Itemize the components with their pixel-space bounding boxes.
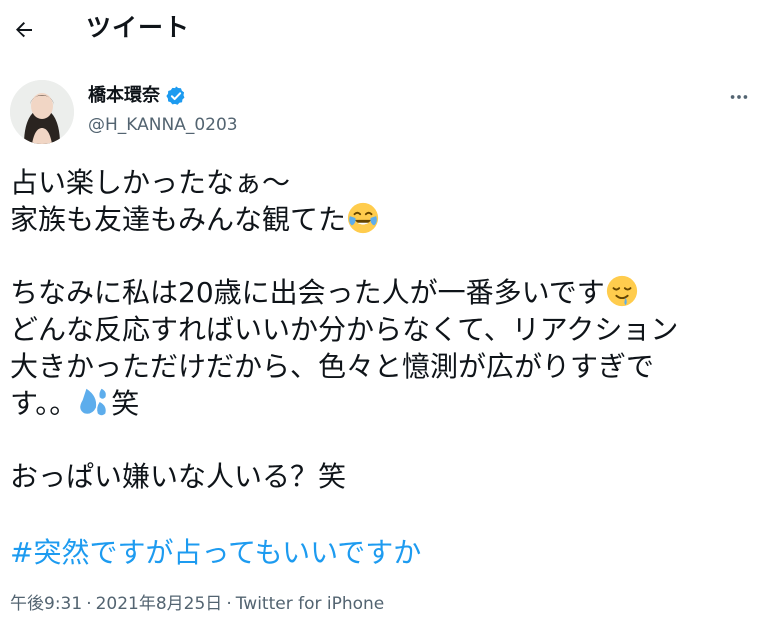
tweet-line: どんな反応すればいいか分からなくて、リアクション xyxy=(10,313,679,346)
verified-badge-icon xyxy=(165,85,187,107)
avatar-image xyxy=(10,80,74,144)
tweet-line: ちなみに私は20歳に出会った人が一番多いです xyxy=(10,274,755,311)
author-row: 橋本環奈 xyxy=(88,84,187,108)
tweet-meta: 午後9:31 · 2021年8月25日 · Twitter for iPhone xyxy=(10,592,384,616)
avatar[interactable] xyxy=(10,80,74,144)
user-handle[interactable]: @H_KANNA_0203 xyxy=(88,114,238,136)
tweet-line: 占い楽しかったなぁ〜 xyxy=(10,166,291,199)
tweet-line: 家族も友達もみんな観てた xyxy=(10,201,755,238)
back-button[interactable] xyxy=(4,10,44,50)
tweet-line: す。。 笑 xyxy=(10,387,140,420)
meta-separator: · xyxy=(226,594,232,614)
more-horizontal-icon xyxy=(730,95,748,99)
meta-separator: · xyxy=(86,594,92,614)
sweat-droplets-emoji xyxy=(80,388,107,416)
tweet-line: おっぱい嫌いな人いる？笑 xyxy=(10,460,347,493)
tweet-time[interactable]: 午後9:31 xyxy=(10,594,82,614)
tweet-text: 占い楽しかったなぁ〜 家族も友達もみんな観てた ちなみに私は20歳に出会った人が… xyxy=(10,164,755,495)
display-name[interactable]: 橋本環奈 xyxy=(88,84,160,108)
tweet-line: 大きかっただけだから、色々と憶測が広がりすぎで xyxy=(10,350,655,383)
arrow-left-icon xyxy=(16,22,32,38)
tweet-date[interactable]: 2021年8月25日 xyxy=(96,594,223,614)
drooling-face-emoji xyxy=(606,275,637,307)
face-with-tears-of-joy-emoji xyxy=(347,202,379,234)
hashtag-link[interactable]: #突然ですが占ってもいいですか xyxy=(10,534,421,571)
more-button[interactable] xyxy=(724,82,754,112)
top-bar: ツイート xyxy=(0,0,768,64)
page-title: ツイート xyxy=(86,13,191,42)
tweet-source[interactable]: Twitter for iPhone xyxy=(236,594,385,614)
